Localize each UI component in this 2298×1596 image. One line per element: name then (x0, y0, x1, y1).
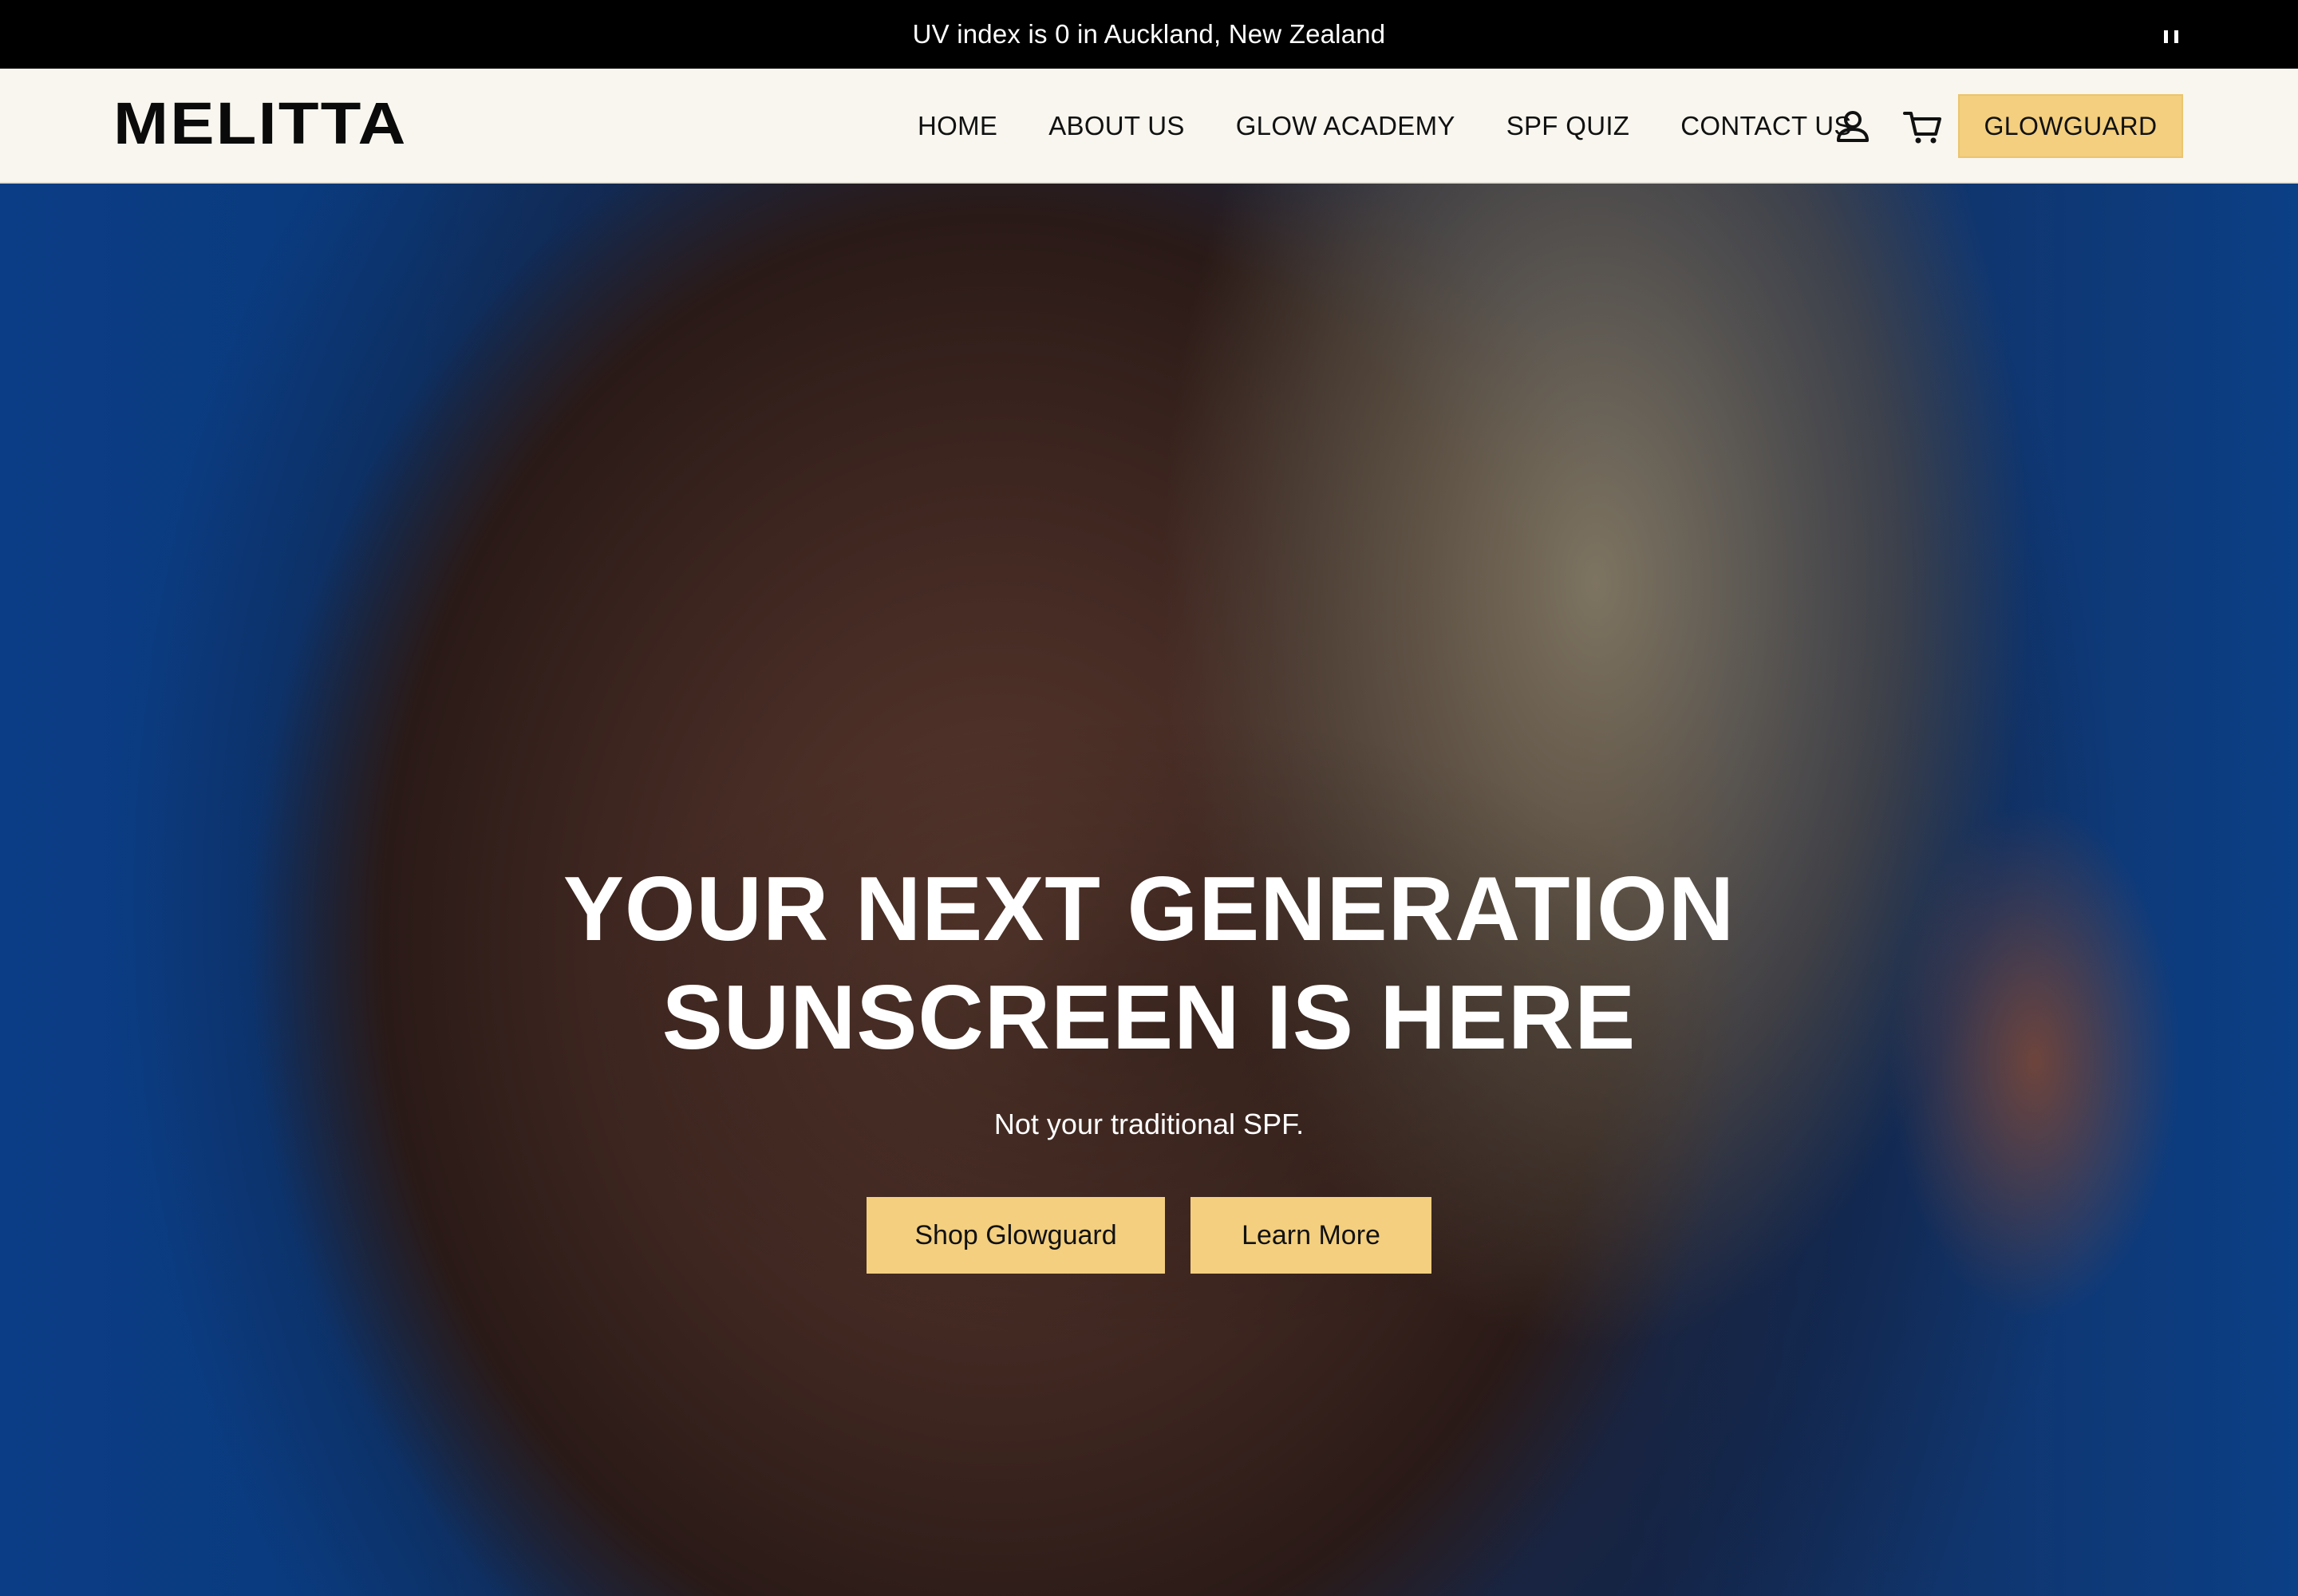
nav-spf-quiz[interactable]: SPF QUIZ (1506, 111, 1630, 141)
announcement-text: UV index is 0 in Auckland, New Zealand (912, 19, 1386, 49)
nav-contact-us[interactable]: CONTACT US (1680, 111, 1851, 141)
hero-section: YOUR NEXT GENERATION SUNSCREEN IS HERE N… (0, 184, 2298, 1596)
hero-subtitle: Not your traditional SPF. (993, 1108, 1305, 1140)
nav-about-us[interactable]: ABOUT US (1048, 111, 1185, 141)
pause-icon[interactable] (2164, 30, 2178, 43)
hero-buttons: Shop Glowguard Learn More (867, 1197, 1431, 1274)
nav-glow-academy[interactable]: GLOW ACADEMY (1236, 111, 1455, 141)
hero-title-line-1: YOUR NEXT GENERATION (563, 859, 1735, 960)
glowguard-button[interactable]: GLOWGUARD (1958, 94, 2183, 158)
hero-content: YOUR NEXT GENERATION SUNSCREEN IS HERE N… (0, 184, 2298, 1596)
hero-title: YOUR NEXT GENERATION SUNSCREEN IS HERE (431, 855, 1867, 1073)
nav-home[interactable]: HOME (918, 111, 997, 141)
site-header: MELITTA HOME ABOUT US GLOW ACADEMY SPF Q… (0, 69, 2298, 184)
main-nav: HOME ABOUT US GLOW ACADEMY SPF QUIZ CONT… (918, 69, 1903, 184)
learn-more-button[interactable]: Learn More (1190, 1197, 1431, 1274)
logo[interactable]: MELITTA (113, 94, 408, 153)
hero-title-line-2: SUNSCREEN IS HERE (661, 967, 1637, 1069)
cart-icon[interactable] (1903, 109, 1941, 145)
account-icon[interactable] (1834, 109, 1871, 145)
shop-glowguard-button[interactable]: Shop Glowguard (867, 1197, 1165, 1274)
announcement-bar: UV index is 0 in Auckland, New Zealand (0, 0, 2298, 69)
